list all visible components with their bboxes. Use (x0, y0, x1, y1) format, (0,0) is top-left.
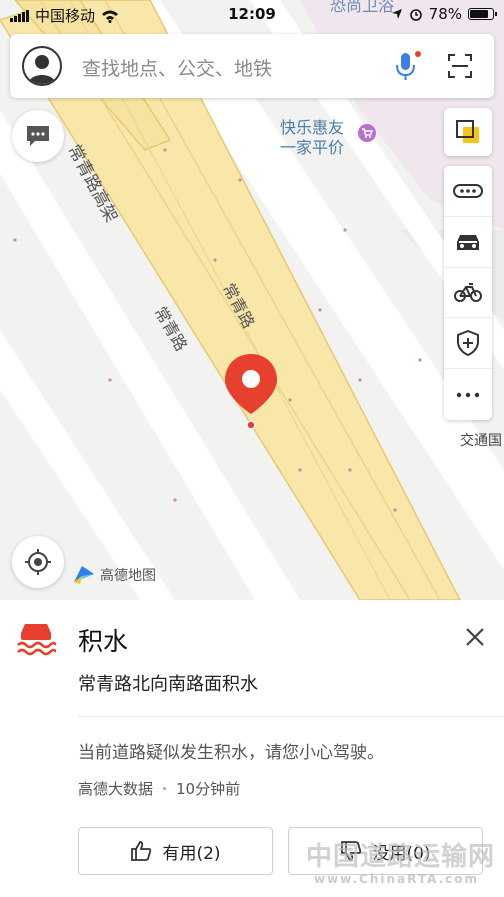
close-button[interactable] (464, 626, 488, 650)
traffic-label: 交通国 (460, 433, 502, 449)
locate-button[interactable] (12, 536, 64, 588)
poi-name-line1: 快乐惠友 (280, 118, 345, 137)
taxi-icon (457, 234, 479, 250)
watermark-text: 中国道路运输网 (306, 842, 496, 872)
location-pin-icon (222, 352, 280, 430)
watermark-url: www.ChinaRTA.com (314, 872, 480, 886)
layers-icon (456, 120, 479, 143)
incident-description: 当前道路疑似发生积水，请您小心驾驶。 (78, 743, 384, 763)
divider (78, 716, 504, 717)
shopping-icon (358, 124, 376, 142)
bicycle-button[interactable] (444, 268, 492, 319)
search-bar[interactable]: 查找地点、公交、地铁 (10, 34, 494, 98)
poi-label[interactable]: 快乐惠友 一家平价 (280, 118, 344, 158)
poi-name-line2: 一家平价 (280, 138, 345, 157)
scan-button[interactable] (446, 52, 476, 82)
incident-source: 高德大数据 (78, 780, 154, 798)
search-input[interactable]: 查找地点、公交、地铁 (82, 54, 272, 81)
brand-label: 高德地图 (100, 568, 156, 584)
amap-logo: 高德地图 (72, 564, 156, 586)
thumb-up-icon (131, 841, 152, 861)
transit-icon (453, 183, 483, 198)
transit-button[interactable] (444, 166, 492, 217)
meta-separator (163, 787, 167, 790)
location-arrow-icon (391, 9, 402, 19)
layers-button[interactable] (444, 108, 492, 156)
message-button[interactable] (12, 110, 64, 162)
map-tools-panel (444, 166, 492, 420)
status-bar: 中国移动 12:09 78% (0, 0, 504, 28)
close-icon (466, 628, 484, 646)
shield-icon (457, 330, 479, 357)
safety-button[interactable] (444, 318, 492, 370)
alarm-icon (409, 9, 422, 21)
message-icon (27, 126, 49, 146)
more-icon (456, 392, 480, 397)
battery-label: 78% (428, 5, 462, 23)
taxi-button[interactable] (444, 217, 492, 268)
incident-time: 10分钟前 (176, 780, 241, 798)
more-button[interactable] (444, 369, 492, 420)
microphone-icon (396, 51, 421, 80)
amap-logo-icon (74, 566, 94, 584)
incident-title: 积水 (78, 627, 129, 656)
voice-search-button[interactable] (392, 50, 422, 84)
useful-button[interactable]: 有用(2) (78, 827, 273, 875)
waterlogging-icon (16, 620, 58, 656)
bicycle-icon (454, 283, 482, 303)
battery-icon (468, 8, 497, 20)
useful-label: 有用(2) (162, 843, 221, 864)
incident-subtitle: 常青路北向南路面积水 (78, 674, 258, 695)
incident-meta: 高德大数据 10分钟前 (78, 778, 240, 799)
user-avatar-icon[interactable] (22, 46, 62, 86)
locate-icon (25, 549, 51, 575)
scan-icon (448, 54, 472, 78)
